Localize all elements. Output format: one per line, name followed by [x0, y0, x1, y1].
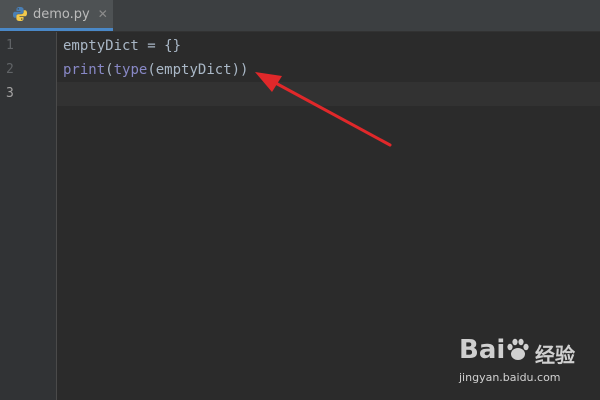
baidu-jingyan-watermark: Bai 经验 jingyan.baidu.com	[455, 333, 595, 393]
line-number-active: 3	[6, 86, 14, 101]
builtin-print: print	[63, 62, 106, 78]
line-number: 2	[6, 62, 14, 77]
tab-demo-py[interactable]: demo.py ✕	[0, 0, 113, 31]
code-line-1[interactable]: emptyDict = {}	[63, 34, 181, 58]
watermark-logo-text: Bai	[459, 335, 506, 365]
code-line-2[interactable]: print(type(emptyDict))	[63, 58, 248, 82]
python-file-icon	[12, 6, 28, 22]
tab-label: demo.py	[33, 6, 90, 22]
current-line-highlight	[57, 82, 600, 106]
code-text: emptyDict = {}	[63, 38, 182, 54]
line-number-gutter: 1 2 3	[0, 32, 57, 400]
watermark-url: jingyan.baidu.com	[459, 371, 561, 384]
line-number: 1	[6, 38, 14, 53]
builtin-type: type	[113, 62, 148, 78]
close-icon[interactable]: ✕	[98, 7, 108, 21]
code-text: (emptyDict))	[147, 62, 249, 78]
editor-tab-bar: demo.py ✕	[0, 0, 600, 32]
code-text: (	[105, 62, 114, 78]
paw-icon	[507, 338, 529, 360]
watermark-product: 经验	[535, 343, 575, 367]
